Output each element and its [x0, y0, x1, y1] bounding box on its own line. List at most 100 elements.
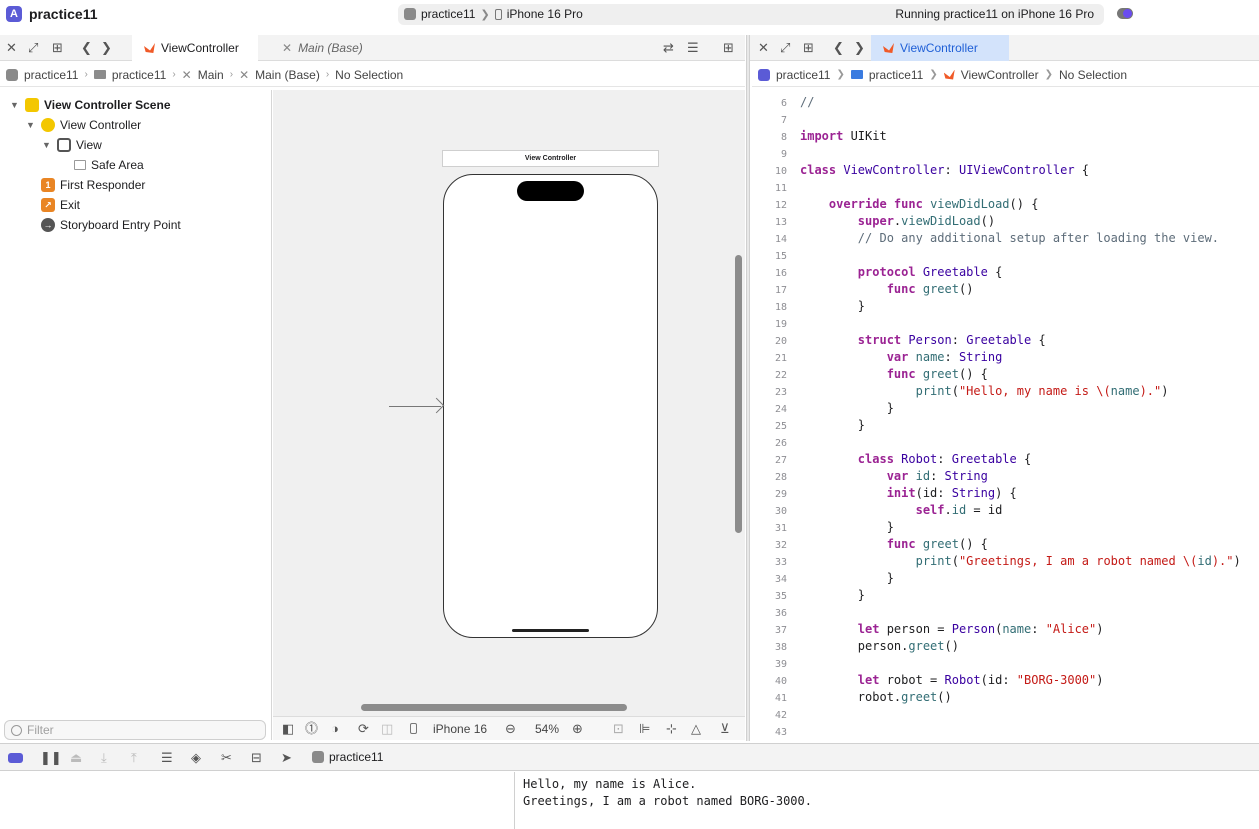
code-line[interactable]: 37 let person = Person(name: "Alice"): [752, 621, 1259, 638]
breadcrumb-item[interactable]: No Selection: [1059, 68, 1127, 82]
code-line[interactable]: 12 override func viewDidLoad() {: [752, 196, 1259, 213]
code-line[interactable]: 42: [752, 706, 1259, 723]
scheme-device[interactable]: iPhone 16 Pro: [507, 7, 583, 21]
back-icon[interactable]: ❮: [833, 40, 844, 56]
breadcrumb-item[interactable]: ViewController: [961, 68, 1039, 82]
code-line[interactable]: 43: [752, 723, 1259, 740]
code-line[interactable]: 10 class ViewController: UIViewController…: [752, 162, 1259, 179]
outline-item-view[interactable]: ▼ View: [42, 135, 102, 155]
code-line[interactable]: 26: [752, 434, 1259, 451]
code-line[interactable]: 33 print("Greetings, I am a robot named …: [752, 553, 1259, 570]
chevron-down-icon[interactable]: ▼: [10, 100, 20, 110]
grid-icon[interactable]: ⊞: [803, 40, 814, 56]
code-line[interactable]: 6 //: [752, 94, 1259, 111]
code-line[interactable]: 15: [752, 247, 1259, 264]
chevron-down-icon[interactable]: ▼: [26, 120, 36, 130]
breadcrumb-item[interactable]: Main: [198, 68, 224, 82]
outline-toggle-icon[interactable]: ◧: [282, 721, 294, 737]
code-line[interactable]: 34 }: [752, 570, 1259, 587]
code-line[interactable]: 8 import UIKit: [752, 128, 1259, 145]
grid-icon[interactable]: ⊞: [52, 40, 63, 56]
breadcrumb-item[interactable]: practice11: [112, 68, 166, 82]
forward-icon[interactable]: ❯: [101, 40, 112, 56]
override-icon[interactable]: ⊟: [251, 750, 262, 766]
memory-graph-icon[interactable]: ◈: [191, 750, 201, 766]
code-line[interactable]: 14 // Do any additional setup after load…: [752, 230, 1259, 247]
code-line[interactable]: 11: [752, 179, 1259, 196]
code-line[interactable]: 36: [752, 604, 1259, 621]
code-line[interactable]: 40 let robot = Robot(id: "BORG-3000"): [752, 672, 1259, 689]
update-frames-icon[interactable]: ⊡: [613, 721, 624, 737]
align-icon[interactable]: ⊫: [639, 721, 650, 737]
debug-target[interactable]: practice11: [312, 750, 383, 764]
code-line[interactable]: 31 }: [752, 519, 1259, 536]
iphone-scene[interactable]: [443, 174, 658, 638]
breadcrumb-item[interactable]: Main (Base): [255, 68, 320, 82]
tab-viewcontroller[interactable]: ViewController: [132, 35, 258, 61]
vertical-scrollbar[interactable]: [735, 255, 742, 533]
orientation-icon[interactable]: ⟳: [358, 721, 369, 737]
step-into-icon[interactable]: ⤓: [101, 750, 107, 766]
outline-item-view-controller[interactable]: ▼ View Controller: [26, 115, 141, 135]
code-line[interactable]: 30 self.id = id: [752, 502, 1259, 519]
size-class-icon[interactable]: ◫: [381, 721, 393, 737]
accessibility-icon[interactable]: ⓵: [305, 721, 318, 737]
embed-icon[interactable]: ⊻: [720, 721, 730, 737]
close-icon[interactable]: ✕: [758, 40, 769, 56]
entry-point-arrow[interactable]: [389, 406, 441, 407]
resolve-issues-icon[interactable]: △: [691, 721, 701, 737]
code-editor[interactable]: 6 // 7 8 import UIKit 9 10 class ViewController…: [752, 90, 1259, 740]
expand-icon[interactable]: ⤢: [28, 40, 38, 56]
code-line[interactable]: 18 }: [752, 298, 1259, 315]
code-line[interactable]: 21 var name: String: [752, 349, 1259, 366]
pause-icon[interactable]: ❚❚: [40, 750, 62, 766]
chevron-down-icon[interactable]: ▼: [42, 140, 52, 150]
step-over-icon[interactable]: ⏏: [70, 750, 82, 766]
tab-main-base[interactable]: ✕ Main (Base): [270, 35, 380, 61]
code-line[interactable]: 13 super.viewDidLoad(): [752, 213, 1259, 230]
expand-icon[interactable]: ⤢: [780, 40, 790, 56]
code-line[interactable]: 23 print("Hello, my name is \(name)."): [752, 383, 1259, 400]
outline-item-scene[interactable]: ▼ View Controller Scene: [10, 95, 171, 115]
code-line[interactable]: 39: [752, 655, 1259, 672]
breadcrumb-item[interactable]: practice11: [776, 68, 830, 82]
breadcrumb-item[interactable]: practice11: [869, 68, 923, 82]
storyboard-canvas[interactable]: View Controller: [273, 90, 745, 716]
hide-debug-area-icon[interactable]: [8, 753, 23, 763]
step-out-icon[interactable]: ⤒: [131, 750, 137, 766]
scene-dock[interactable]: View Controller: [442, 150, 659, 167]
code-line[interactable]: 16 protocol Greetable {: [752, 264, 1259, 281]
code-line[interactable]: 35 }: [752, 587, 1259, 604]
toggle-icon[interactable]: [1117, 8, 1133, 19]
zoom-in-icon[interactable]: ⊕: [572, 721, 583, 737]
code-line[interactable]: 28 var id: String: [752, 468, 1259, 485]
code-line[interactable]: 38 person.greet(): [752, 638, 1259, 655]
appearance-icon[interactable]: ◑: [331, 721, 339, 737]
view-hierarchy-icon[interactable]: ☰: [161, 750, 173, 766]
code-line[interactable]: 29 init(id: String) {: [752, 485, 1259, 502]
outline-item-exit[interactable]: ↗ Exit: [41, 195, 80, 215]
device-selector[interactable]: iPhone 16: [433, 722, 487, 736]
code-line[interactable]: 41 robot.greet(): [752, 689, 1259, 706]
refresh-icon[interactable]: ⇄: [663, 40, 674, 56]
pin-icon[interactable]: ⊹: [666, 721, 677, 737]
code-line[interactable]: 24 }: [752, 400, 1259, 417]
breadcrumb-item[interactable]: No Selection: [335, 68, 403, 82]
editor-split-divider[interactable]: [746, 35, 750, 741]
variables-view[interactable]: [0, 772, 515, 829]
location-icon[interactable]: ➤: [281, 750, 292, 766]
console-output[interactable]: Hello, my name is Alice. Greetings, I am…: [516, 772, 1259, 829]
forward-icon[interactable]: ❯: [854, 40, 865, 56]
zoom-out-icon[interactable]: ⊖: [505, 721, 516, 737]
environment-icon[interactable]: ✂: [221, 750, 232, 766]
code-line[interactable]: 9: [752, 145, 1259, 162]
code-line[interactable]: 7: [752, 111, 1259, 128]
outline-item-entry-point[interactable]: → Storyboard Entry Point: [41, 215, 181, 235]
code-line[interactable]: 32 func greet() {: [752, 536, 1259, 553]
code-line[interactable]: 27 class Robot: Greetable {: [752, 451, 1259, 468]
add-editor-icon[interactable]: ⊞: [723, 40, 734, 56]
close-icon[interactable]: ✕: [6, 40, 17, 56]
outline-item-first-responder[interactable]: 1 First Responder: [41, 175, 145, 195]
outline-item-safe-area[interactable]: Safe Area: [74, 155, 144, 175]
back-icon[interactable]: ❮: [81, 40, 92, 56]
